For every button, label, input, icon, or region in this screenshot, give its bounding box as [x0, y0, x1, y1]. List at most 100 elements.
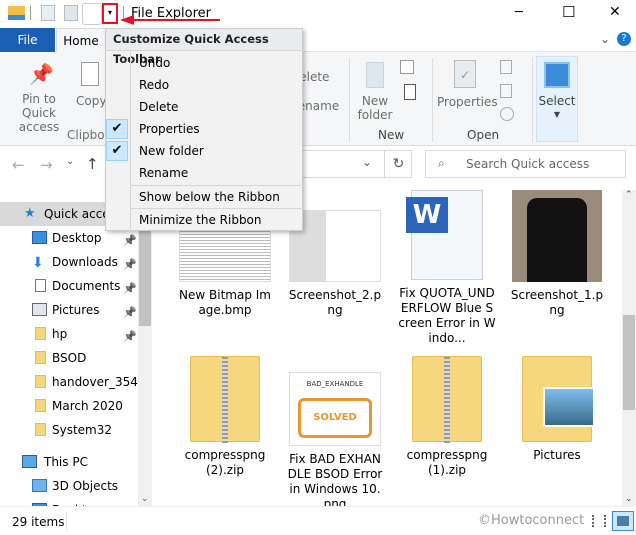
- menu-item-new-folder[interactable]: ✔ New folder: [106, 140, 302, 162]
- ribbon-tabs: File Home ⌄ ?: [0, 28, 636, 53]
- properties-button[interactable]: ✓ Properties: [437, 60, 498, 109]
- menu-item-minimize-ribbon[interactable]: Minimize the Ribbon: [106, 209, 302, 231]
- checkmark-icon: ✔: [106, 119, 128, 139]
- group-label-open: Open: [467, 128, 500, 142]
- sidebar-item-desktop[interactable]: Desktop: [0, 498, 138, 506]
- properties-icon: ✓: [454, 60, 476, 88]
- address-dropdown-chevron-icon[interactable]: ⌄: [362, 155, 372, 169]
- file-item[interactable]: Screenshot_1.png: [502, 190, 612, 318]
- large-icons-view-button[interactable]: [612, 511, 634, 531]
- expand-ribbon-chevron-icon[interactable]: ⌄: [600, 32, 610, 46]
- cube-icon: [32, 479, 47, 492]
- properties-qat-icon[interactable]: [41, 5, 55, 21]
- customize-qat-dropdown-button[interactable]: ▾: [102, 3, 118, 24]
- file-item[interactable]: Pictures: [502, 356, 612, 463]
- open-icon[interactable]: [500, 60, 512, 74]
- menu-item-redo[interactable]: Redo: [106, 74, 302, 96]
- sidebar-item-handover-35482[interactable]: handover_35482: [0, 370, 138, 394]
- sidebar-item-label: This PC: [44, 455, 88, 469]
- sidebar-item-pictures[interactable]: Pictures 📌: [0, 298, 138, 322]
- file-explorer-icon: [8, 6, 25, 20]
- navigation-pane: ★ Quick access Desktop 📌 ⬇ Downloads 📌 Document…: [0, 196, 138, 506]
- menu-item-undo[interactable]: Undo: [106, 52, 302, 74]
- sidebar-scrollbar[interactable]: ⌄: [138, 196, 152, 506]
- select-button[interactable]: Select ▼: [536, 56, 578, 142]
- scroll-down-icon[interactable]: ⌄: [141, 494, 149, 504]
- back-button[interactable]: ←: [12, 156, 25, 174]
- details-view-button[interactable]: [592, 515, 606, 527]
- sidebar-item-bsod[interactable]: BSOD: [0, 346, 138, 370]
- file-name: Pictures: [533, 448, 581, 462]
- forward-button[interactable]: →: [40, 156, 53, 174]
- sidebar-item-hp[interactable]: hp 📌: [0, 322, 138, 346]
- new-item-icon[interactable]: [400, 60, 414, 74]
- folder-icon: [35, 375, 46, 388]
- minimize-button[interactable]: ─: [515, 5, 523, 20]
- menu-item-show-below-ribbon[interactable]: Show below the Ribbon: [106, 186, 302, 208]
- refresh-button[interactable]: ↻: [384, 150, 412, 178]
- zip-folder-thumbnail: [412, 356, 482, 443]
- scroll-up-icon[interactable]: ⌃: [625, 190, 633, 200]
- easy-access-icon[interactable]: [404, 84, 416, 100]
- sidebar-item-downloads[interactable]: ⬇ Downloads 📌: [0, 250, 138, 274]
- scroll-down-icon[interactable]: ⌄: [625, 494, 633, 504]
- file-name: Screenshot_1.png: [510, 288, 604, 317]
- status-bar: 29 items ©Howtoconnect: [0, 506, 636, 535]
- sidebar-item-3d-objects[interactable]: 3D Objects: [0, 474, 138, 498]
- menu-item-properties[interactable]: ✔ Properties: [106, 118, 302, 140]
- qat-blank: [82, 3, 102, 25]
- navigation-bar: ← → ⌄ ↑ ⌄ ↻ ⌕ Search Quick access: [0, 146, 636, 186]
- new-folder-button[interactable]: New folder: [355, 62, 395, 122]
- file-item[interactable]: W Fix QUOTA_UNDERFLOW Blue Screen Error i…: [392, 190, 502, 346]
- desktop-icon: [32, 231, 47, 244]
- title-bar: ▾ File Explorer ─ ☐ ✕: [0, 0, 636, 28]
- folder-icon: [35, 423, 46, 436]
- sidebar-item-march-2020[interactable]: March 2020: [0, 394, 138, 418]
- sidebar-item-system32[interactable]: System32: [0, 418, 138, 442]
- menu-item-rename[interactable]: Rename: [106, 162, 302, 184]
- history-icon[interactable]: [500, 107, 514, 121]
- close-button[interactable]: ✕: [609, 4, 621, 20]
- zipper-icon: [222, 357, 228, 443]
- copy-icon: [81, 62, 99, 86]
- image-thumbnail: [512, 190, 602, 282]
- computer-icon: [22, 455, 37, 468]
- new-folder-qat-icon[interactable]: [64, 5, 78, 21]
- thumb-title: BAD_EXHANDLE: [306, 380, 364, 388]
- content-scroll-thumb[interactable]: [623, 315, 635, 410]
- folder-icon: [35, 399, 46, 412]
- recent-locations-chevron-icon[interactable]: ⌄: [66, 156, 74, 167]
- sidebar-item-label: March 2020: [52, 399, 123, 413]
- checkmark-icon: ✔: [106, 141, 128, 161]
- sidebar-item-this-pc[interactable]: This PC: [0, 450, 138, 474]
- sidebar-item-label: Pictures: [52, 303, 100, 317]
- tab-home[interactable]: Home: [56, 28, 106, 53]
- content-scrollbar[interactable]: ⌃ ⌄: [622, 190, 636, 506]
- file-item[interactable]: BAD_EXHANDLE SOLVED Fix BAD EXHANDLE BSOD …: [280, 356, 390, 506]
- sidebar-item-label: BSOD: [52, 351, 87, 365]
- up-button[interactable]: ↑: [86, 155, 99, 173]
- search-input[interactable]: ⌕ Search Quick access: [425, 150, 626, 178]
- solved-badge: SOLVED: [298, 398, 372, 438]
- tshirt-image: [527, 198, 587, 282]
- sidebar-item-documents[interactable]: Documents 📌: [0, 274, 138, 298]
- watermark: ©Howtoconnect: [478, 513, 585, 528]
- file-item[interactable]: compresspng(1).zip: [392, 356, 502, 478]
- file-name: compresspng(2).zip: [184, 448, 266, 477]
- folder-icon: [35, 351, 46, 364]
- menu-item-delete[interactable]: Delete: [106, 96, 302, 118]
- maximize-button[interactable]: ☐: [562, 3, 575, 21]
- word-document-thumbnail: W: [406, 190, 483, 280]
- copy-button[interactable]: Copy: [76, 62, 106, 108]
- tab-file[interactable]: File: [0, 28, 55, 52]
- edit-icon[interactable]: [500, 84, 512, 98]
- file-name: compresspng(1).zip: [406, 448, 488, 477]
- ribbon: 📌 Pin to Quick access Copy Clipboard Del…: [0, 52, 636, 146]
- pin-button[interactable]: 📌 Pin to Quick access: [4, 62, 74, 134]
- sidebar-item-label: Desktop: [52, 498, 102, 506]
- folder-thumbnail: [522, 356, 595, 442]
- pin-icon: 📌: [29, 62, 54, 86]
- help-icon[interactable]: ?: [617, 32, 631, 46]
- file-item[interactable]: compresspng(2).zip: [170, 356, 280, 478]
- folder-icon: [35, 327, 46, 340]
